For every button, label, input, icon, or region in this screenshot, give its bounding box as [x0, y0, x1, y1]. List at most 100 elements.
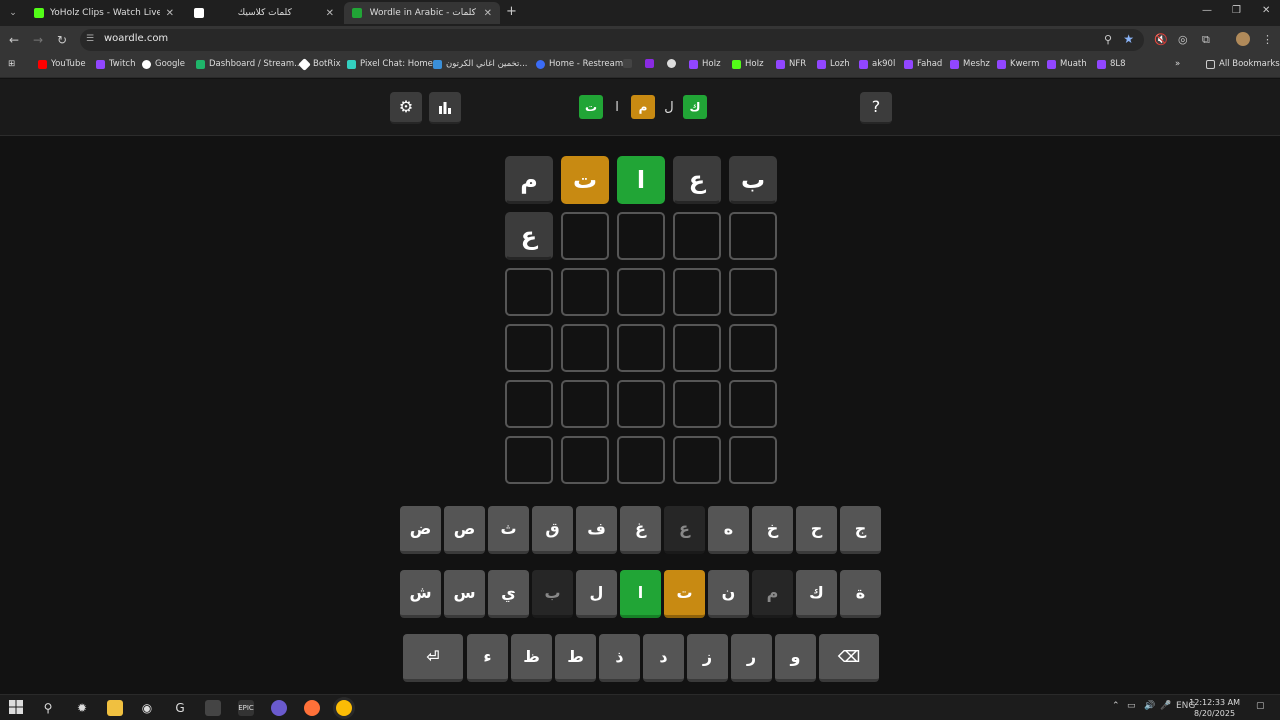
tray-overflow-icon[interactable]: ⌃ [1112, 701, 1120, 711]
new-tab-button[interactable]: + [506, 4, 517, 19]
bookmark-dashboard[interactable]: Dashboard / Stream... [196, 59, 302, 69]
key[interactable]: ض [400, 506, 441, 554]
app-g-icon[interactable]: G [172, 700, 188, 716]
stats-icon[interactable] [429, 92, 461, 124]
extension-icon[interactable]: ◎ [1178, 33, 1188, 46]
all-bookmarks-folder[interactable]: All Bookmarks [1206, 59, 1280, 69]
close-window-icon[interactable]: ✕ [1262, 5, 1270, 16]
enter-key[interactable]: ⏎ [403, 634, 463, 682]
key[interactable]: ق [532, 506, 573, 554]
key[interactable]: ك [796, 570, 837, 618]
key[interactable]: م [752, 570, 793, 618]
bookmark-pixel-chat[interactable]: Pixel Chat: Home [347, 59, 433, 69]
url-text[interactable]: woardle.com [104, 33, 168, 44]
key[interactable]: ي [488, 570, 529, 618]
bookmark-botrix[interactable]: BotRix [298, 57, 341, 71]
bookmark-icon-3[interactable] [667, 59, 680, 68]
menu-kebab-icon[interactable]: ⋮ [1262, 33, 1273, 46]
key[interactable]: ة [840, 570, 881, 618]
zoom-icon[interactable]: ⚲ [1104, 33, 1112, 46]
back-icon[interactable]: ← [9, 33, 19, 47]
key[interactable]: د [643, 634, 684, 682]
close-icon[interactable]: ✕ [484, 8, 492, 19]
tab-wordle-arabic[interactable]: Wordle in Arabic - كلمات ✕ [344, 2, 500, 24]
bookmark-kwerm[interactable]: Kwerm [997, 59, 1039, 69]
bookmark-icon-2[interactable] [645, 59, 658, 68]
key[interactable]: ف [576, 506, 617, 554]
epic-games-icon[interactable]: EPIC [238, 700, 254, 716]
apps-grid-icon[interactable]: ⊞ [8, 59, 15, 69]
key[interactable]: ذ [599, 634, 640, 682]
discord-icon[interactable] [271, 700, 287, 716]
minimize-icon[interactable]: — [1202, 5, 1212, 16]
bookmark-ak90l[interactable]: ak90l [859, 59, 895, 69]
clock[interactable]: 12:12:33 AM 8/20/2025 [1189, 697, 1240, 719]
tab-search-icon[interactable]: ⌄ [4, 4, 22, 22]
mic-icon[interactable]: 🎤 [1160, 701, 1171, 711]
network-icon[interactable]: ▭ [1127, 701, 1136, 711]
key[interactable]: ب [532, 570, 573, 618]
keyboard-app-icon[interactable] [205, 700, 221, 716]
bookmark-holz-2[interactable]: HoIz [732, 59, 764, 69]
firefox-icon[interactable] [304, 700, 320, 716]
key[interactable]: ع [664, 506, 705, 554]
key[interactable]: ج [840, 506, 881, 554]
key[interactable]: ظ [511, 634, 552, 682]
help-button[interactable]: ? [860, 92, 892, 124]
bookmark-nfr[interactable]: NFR [776, 59, 806, 69]
bookmark-restream[interactable]: Home - Restream [536, 59, 623, 69]
restore-icon[interactable]: ❐ [1232, 5, 1241, 16]
key[interactable]: غ [620, 506, 661, 554]
key[interactable]: ز [687, 634, 728, 682]
steam-icon[interactable]: ◉ [139, 700, 155, 716]
mute-icon[interactable]: 🔇 [1154, 33, 1168, 46]
close-icon[interactable]: ✕ [326, 8, 334, 19]
app-icon[interactable]: ✹ [74, 700, 90, 716]
bookmark-8l8[interactable]: 8L8 [1097, 59, 1126, 69]
bookmark-icon-1[interactable] [623, 59, 636, 68]
more-bookmarks-icon[interactable]: » [1175, 59, 1180, 69]
key[interactable]: ث [488, 506, 529, 554]
site-info-icon[interactable]: ☰ [86, 34, 94, 44]
key[interactable]: ش [400, 570, 441, 618]
key[interactable]: ح [796, 506, 837, 554]
file-explorer-icon[interactable] [107, 700, 123, 716]
profile-avatar[interactable] [1236, 32, 1250, 46]
bookmark-google[interactable]: Google [142, 59, 185, 69]
key[interactable]: ن [708, 570, 749, 618]
key[interactable]: ص [444, 506, 485, 554]
bookmark-twitch[interactable]: Twitch [96, 59, 136, 69]
reload-icon[interactable]: ↻ [57, 33, 67, 47]
bookmark-youtube[interactable]: YouTube [38, 59, 86, 69]
key[interactable]: ط [555, 634, 596, 682]
key[interactable]: ء [467, 634, 508, 682]
key[interactable]: ر [731, 634, 772, 682]
key[interactable]: و [775, 634, 816, 682]
notification-icon[interactable]: ▢ [1256, 701, 1265, 711]
key[interactable]: ل [576, 570, 617, 618]
key[interactable]: ا [620, 570, 661, 618]
chrome-icon[interactable] [336, 700, 352, 716]
backspace-key[interactable]: ⌫ [819, 634, 879, 682]
windows-start-icon[interactable] [8, 700, 24, 716]
bookmark-cartoon-songs[interactable]: تخمين اغاني الكرتون... [433, 59, 528, 69]
key[interactable]: ه [708, 506, 749, 554]
settings-gear-icon[interactable]: ⚙ [390, 92, 422, 124]
bookmark-star-icon[interactable]: ★ [1123, 32, 1134, 46]
tab-kalimat-classic[interactable]: كلمات كلاسيك ✕ [186, 2, 342, 24]
volume-icon[interactable]: 🔊 [1144, 701, 1155, 711]
bookmark-muath[interactable]: Muath [1047, 59, 1087, 69]
bookmark-meshz[interactable]: Meshz [950, 59, 990, 69]
address-bar[interactable]: ☰ woardle.com ⚲ ★ [80, 29, 1144, 51]
forward-icon[interactable]: → [33, 33, 43, 47]
key[interactable]: س [444, 570, 485, 618]
close-icon[interactable]: ✕ [166, 8, 174, 19]
key[interactable]: ت [664, 570, 705, 618]
key[interactable]: خ [752, 506, 793, 554]
bookmark-holz-1[interactable]: HoIz [689, 59, 721, 69]
search-icon[interactable]: ⚲ [40, 700, 56, 716]
extensions-puzzle-icon[interactable]: ⧉ [1202, 33, 1210, 47]
bookmark-fahad[interactable]: Fahad [904, 59, 942, 69]
tab-yoholz-clips[interactable]: YoHolz Clips - Watch Live on Ki ✕ [26, 2, 182, 24]
bookmark-lozh[interactable]: Lozh [817, 59, 850, 69]
